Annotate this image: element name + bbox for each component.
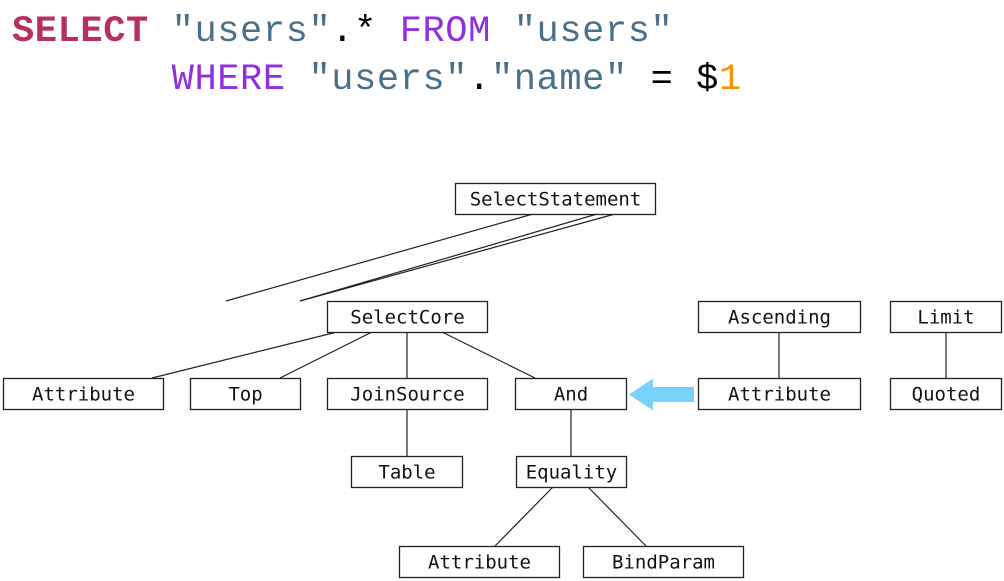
- node-label: Table: [378, 462, 435, 484]
- node-select-statement: SelectStatement: [454, 182, 657, 216]
- node-core-attribute: Attribute: [2, 377, 165, 411]
- node-label: SelectStatement: [470, 189, 642, 211]
- edge-select-core-to-top: [279, 331, 373, 379]
- edge-select-core-to-and: [441, 331, 536, 379]
- edge-equality-to-eq-attribute: [494, 486, 554, 547]
- edge-equality-to-bind-param: [587, 486, 647, 547]
- edge-select-statement-to-limit: [299, 213, 616, 302]
- node-quoted: Quoted: [889, 377, 1003, 411]
- node-equality: Equality: [515, 455, 628, 489]
- node-label: Ascending: [728, 307, 831, 329]
- node-join-source: JoinSource: [326, 377, 489, 411]
- ast-tree-diagram: SelectStatement SelectCore Ascending Limit A…: [2, 182, 1003, 579]
- node-select-core: SelectCore: [326, 300, 489, 334]
- node-label: JoinSource: [350, 384, 464, 406]
- edge-select-statement-to-select-core: [225, 213, 534, 302]
- node-order-attribute: Attribute: [697, 377, 862, 411]
- node-top: Top: [189, 377, 302, 411]
- node-label: BindParam: [612, 552, 715, 574]
- node-label: Limit: [917, 307, 974, 329]
- node-label: SelectCore: [350, 307, 464, 329]
- node-limit: Limit: [889, 300, 1003, 334]
- edge-select-core-to-core-attribute: [151, 331, 338, 379]
- tree-nodes: SelectStatement SelectCore Ascending Limit A…: [2, 182, 1003, 579]
- node-ascending: Ascending: [697, 300, 862, 334]
- node-and: And: [514, 377, 628, 411]
- node-eq-attribute: Attribute: [398, 545, 561, 579]
- highlight-arrow-layer: [629, 378, 694, 411]
- node-label: Attribute: [32, 384, 135, 406]
- node-bind-param: BindParam: [582, 545, 745, 579]
- node-label: Attribute: [428, 552, 531, 574]
- highlight-arrow-icon: [629, 378, 694, 411]
- node-label: Quoted: [912, 384, 981, 406]
- node-label: Equality: [526, 462, 618, 484]
- node-label: Top: [228, 384, 262, 406]
- node-table: Table: [350, 455, 464, 489]
- node-label: Attribute: [728, 384, 831, 406]
- node-label: And: [554, 384, 588, 406]
- edge-select-statement-to-ascending: [299, 213, 598, 302]
